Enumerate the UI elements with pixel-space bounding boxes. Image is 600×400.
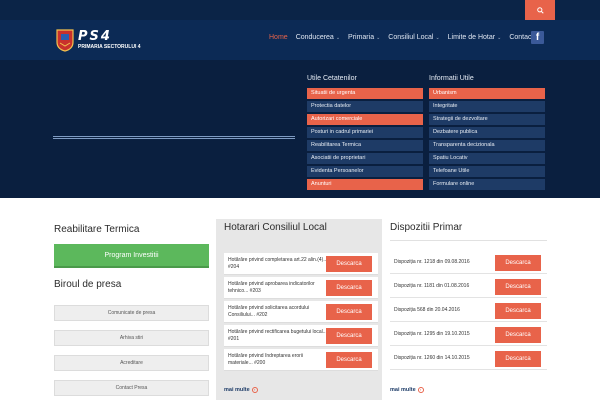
hero-section: Utile Cetatenilor Situatii de urgenta Pr… xyxy=(0,60,600,198)
nav-primaria[interactable]: Primaria ⌄ xyxy=(344,34,384,41)
menu-item-transparenta[interactable]: Transparenta decizionala xyxy=(429,140,545,151)
dispozitii-title: Dispozitii Primar xyxy=(390,222,463,233)
menu-item-strategii[interactable]: Strategii de dezvoltare xyxy=(429,114,545,125)
nav-consiliul-local[interactable]: Consiliul Local ⌄ xyxy=(384,34,443,41)
dispozitie-text[interactable]: Dispoziția nr. 1181 din 01.08.2016 xyxy=(394,283,469,289)
contact-presa-button[interactable]: Contact Presa xyxy=(54,380,209,396)
descarca-button[interactable]: Descarca xyxy=(495,303,541,319)
list-item: Dispoziția nr. 1181 din 01.08.2016 Desca… xyxy=(390,276,547,298)
main-nav: Home Conducerea ⌄ Primaria ⌄ Consiliul Loc… xyxy=(265,34,537,41)
utile-cetatenilor-list: Situatii de urgenta Protectia datelor Au… xyxy=(307,88,423,192)
menu-item-evidenta[interactable]: Evidenta Persoanelor xyxy=(307,166,423,177)
menu-item-posturi[interactable]: Posturi in cadrul primariei xyxy=(307,127,423,138)
informatii-utile-title: Informatii Utile xyxy=(429,75,474,82)
nav-conducerea[interactable]: Conducerea ⌄ xyxy=(292,34,344,41)
arrow-right-icon: › xyxy=(417,387,424,393)
divider xyxy=(390,240,547,241)
descarca-button[interactable]: Descarca xyxy=(495,327,541,343)
descarca-button[interactable]: Descarca xyxy=(495,279,541,295)
hotarare-text[interactable]: Hotărâre privind aprobarea indicatorilor… xyxy=(228,281,328,295)
menu-item-formulare[interactable]: Formulare online xyxy=(429,179,545,190)
descarca-button[interactable]: Descarca xyxy=(326,280,372,296)
press-links: Comunicate de presa Arhiva stiri Acredit… xyxy=(54,305,209,400)
menu-item-protectia-datelor[interactable]: Protectia datelor xyxy=(307,101,423,112)
site-header: PS4 PRIMARIA SECTORULUI 4 Home Conducere… xyxy=(0,20,600,60)
top-strip xyxy=(0,0,600,20)
list-item: Dispoziția nr. 1218 din 09.08.2016 Desca… xyxy=(390,252,547,274)
list-item: Dispoziția 568 din 20.04.2016 Descarca xyxy=(390,300,547,322)
hotarare-text[interactable]: Hotărâre privind completarea art.22 alin… xyxy=(228,257,328,271)
dp-more-link[interactable]: mai multe › xyxy=(390,387,424,393)
nav-home[interactable]: Home xyxy=(265,34,292,41)
menu-item-integritate[interactable]: Integritate xyxy=(429,101,545,112)
site-logo[interactable]: PS4 PRIMARIA SECTORULUI 4 xyxy=(55,28,141,52)
descarca-button[interactable]: Descarca xyxy=(326,304,372,320)
search-button[interactable] xyxy=(525,0,555,20)
chevron-down-icon: ⌄ xyxy=(376,34,381,41)
dispozitie-text[interactable]: Dispoziția 568 din 20.04.2016 xyxy=(394,307,460,313)
dispozitie-text[interactable]: Dispoziția nr. 1295 din 19.10.2015 xyxy=(394,331,470,337)
dispozitie-text[interactable]: Dispoziția nr. 1218 din 09.08.2016 xyxy=(394,259,470,265)
crest-icon xyxy=(56,29,74,52)
arrow-right-icon: › xyxy=(251,387,258,393)
descarca-button[interactable]: Descarca xyxy=(495,351,541,367)
menu-item-dezbatere[interactable]: Dezbatere publica xyxy=(429,127,545,138)
list-item: Hotărâre privind rectificarea bugetului … xyxy=(224,325,378,347)
list-item: Dispoziția nr. 1260 din 14.10.2015 Desca… xyxy=(390,348,547,370)
hotarari-title: Hotarari Consiliul Local xyxy=(224,222,327,233)
list-item: Hotărâre privind completarea art.22 alin… xyxy=(224,253,378,275)
search-icon xyxy=(536,6,544,14)
dispozitii-panel: Dispozitii Primar Dispoziția nr. 1218 di… xyxy=(390,219,547,400)
menu-item-situatii-urgenta[interactable]: Situatii de urgenta xyxy=(307,88,423,99)
informatii-utile-list: Urbanism Integritate Strategii de dezvol… xyxy=(429,88,545,192)
hero-divider xyxy=(53,136,295,139)
descarca-button[interactable]: Descarca xyxy=(326,256,372,272)
menu-item-anunturi[interactable]: Anunturi xyxy=(307,179,423,190)
utile-cetatenilor-title: Utile Cetatenilor xyxy=(307,75,357,82)
menu-item-spatiu-locativ[interactable]: Spatiu Locativ xyxy=(429,153,545,164)
menu-item-urbanism[interactable]: Urbanism xyxy=(429,88,545,99)
descarca-button[interactable]: Descarca xyxy=(326,352,372,368)
hotarari-panel: Hotarari Consiliul Local Hotărâre privin… xyxy=(216,219,382,400)
list-item: Hotărâre privind solicitarea acordului C… xyxy=(224,301,378,323)
hotarare-text[interactable]: Hotărâre privind rectificarea bugetului … xyxy=(228,329,328,343)
facebook-icon[interactable]: f xyxy=(531,31,544,44)
hcl-more-link[interactable]: mai multe › xyxy=(224,387,258,393)
descarca-button[interactable]: Descarca xyxy=(326,328,372,344)
list-item: Hotărâre privind aprobarea indicatorilor… xyxy=(224,277,378,299)
comunicate-de-presa-button[interactable]: Comunicate de presa xyxy=(54,305,209,321)
hotarare-text[interactable]: Hotărâre privind solicitarea acordului C… xyxy=(228,305,328,319)
logo-text: PS4 xyxy=(78,28,112,44)
menu-item-asociatii[interactable]: Asociatii de proprietari xyxy=(307,153,423,164)
logo-subtitle: PRIMARIA SECTORULUI 4 xyxy=(78,43,141,50)
hotarare-text[interactable]: Hotărâre privind îndreptarea erorii mate… xyxy=(228,353,328,367)
acreditare-button[interactable]: Acreditare xyxy=(54,355,209,371)
dispozitie-text[interactable]: Dispoziția nr. 1260 din 14.10.2015 xyxy=(394,355,470,361)
reabilitare-termica-title: Reabilitare Termica xyxy=(54,224,140,235)
menu-item-reabilitarea-termica[interactable]: Reabilitarea Termica xyxy=(307,140,423,151)
menu-item-autorizari-comerciale[interactable]: Autorizari comerciale xyxy=(307,114,423,125)
chevron-down-icon: ⌄ xyxy=(335,34,341,41)
chevron-down-icon: ⌄ xyxy=(497,34,502,41)
descarca-button[interactable]: Descarca xyxy=(495,255,541,271)
biroul-de-presa-title: Biroul de presa xyxy=(54,279,122,290)
list-item: Hotărâre privind îndreptarea erorii mate… xyxy=(224,349,378,371)
nav-limite-de-hotar[interactable]: Limite de Hotar ⌄ xyxy=(444,34,506,41)
program-investitii-button[interactable]: Program Investitii xyxy=(54,244,209,268)
list-item: Dispoziția nr. 1295 din 19.10.2015 Desca… xyxy=(390,324,547,346)
menu-item-telefoane[interactable]: Telefoane Utile xyxy=(429,166,545,177)
arhiva-stiri-button[interactable]: Arhiva stiri xyxy=(54,330,209,346)
chevron-down-icon: ⌄ xyxy=(435,34,440,41)
